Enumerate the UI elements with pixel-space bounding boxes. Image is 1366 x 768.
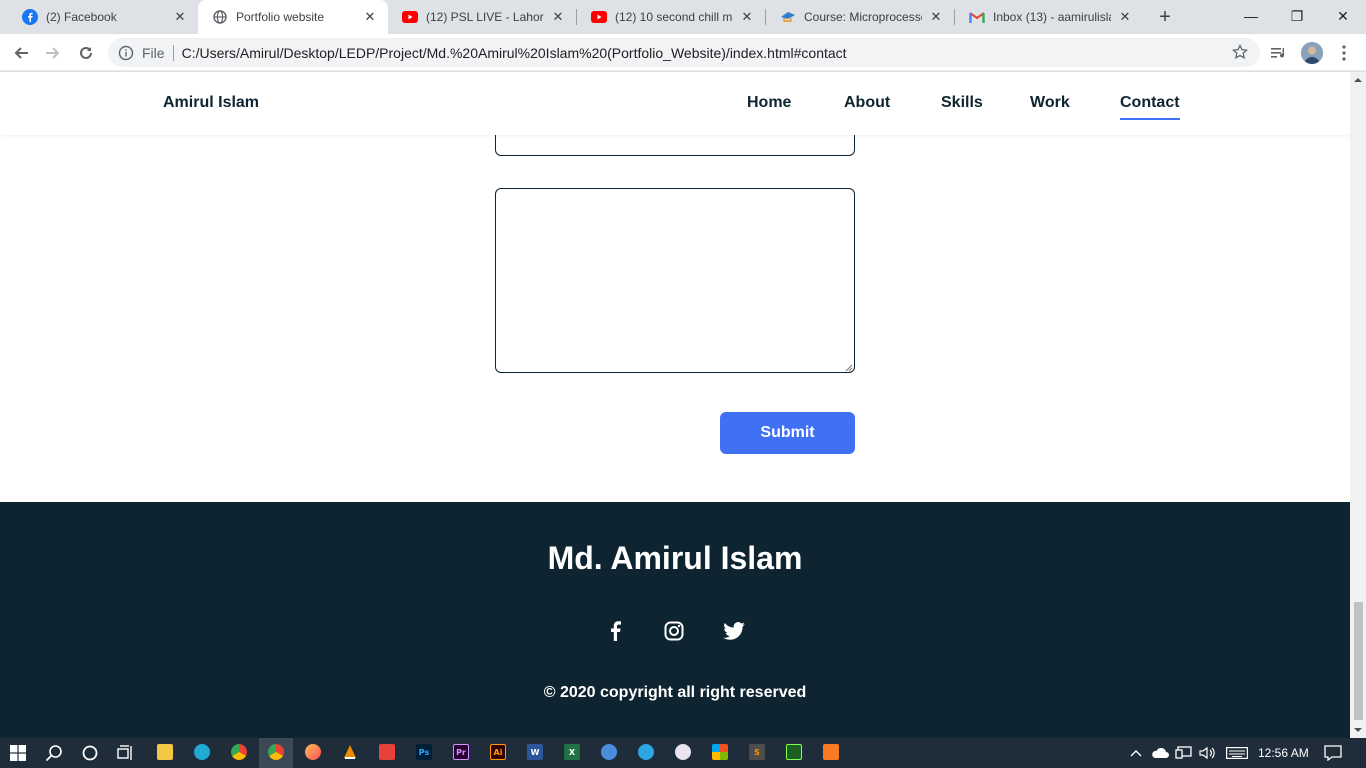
page-scrollbar[interactable] [1350,72,1366,738]
telegram-icon[interactable] [638,744,654,760]
gmail-icon [969,9,985,25]
tab-title: Inbox (13) - aamirulislam [993,10,1111,24]
word-icon[interactable]: W [527,744,543,760]
onedrive-cloud-icon[interactable] [1150,743,1170,763]
bookmark-star-icon[interactable] [1231,43,1249,60]
qbittorrent-icon[interactable] [601,744,617,760]
windows-taskbar: Ps Pr Ai W X S 12:56 AM [0,738,1366,768]
omnibox-divider [172,44,174,61]
nav-link-home[interactable]: Home [747,94,791,112]
premiere-icon[interactable]: Pr [453,744,469,760]
close-tab-icon[interactable]: ✕ [739,9,755,25]
media-control-icon[interactable] [1268,42,1290,64]
xampp-icon[interactable] [823,744,839,760]
scroll-down-icon[interactable] [1354,726,1362,734]
windows-store-icon[interactable] [712,744,728,760]
site-footer: Md. Amirul Islam © 2020 copyright all ri… [0,502,1350,738]
back-icon[interactable] [8,40,34,66]
scroll-up-icon[interactable] [1354,76,1362,84]
copyright-text: © 2020 copyright all right reserved [543,684,807,701]
nav-link-contact[interactable]: Contact [1120,94,1180,120]
close-tab-icon[interactable]: ✕ [362,9,378,25]
brain-app-icon[interactable] [675,744,691,760]
tray-chevron-up-icon[interactable] [1126,743,1146,763]
close-tab-icon[interactable]: ✕ [172,9,188,25]
tab-title: (2) Facebook [46,10,117,24]
url-text[interactable]: C:/Users/Amirul/Desktop/LEDP/Project/Md.… [182,45,847,61]
facebook-icon[interactable] [604,620,626,642]
browser-tab-strip: (2) Facebook ✕ Portfolio website ✕ (12) … [0,0,1366,34]
footer-title: Md. Amirul Islam [547,540,803,576]
windows-start-icon[interactable] [8,743,28,763]
site-header: Amirul Islam Home About Skills Work Cont… [0,72,1350,135]
forward-icon[interactable] [40,40,66,66]
sublime-text-icon[interactable]: S [749,744,765,760]
restore-button[interactable]: ❐ [1274,0,1320,32]
minimize-button[interactable]: — [1228,0,1274,32]
tab-chill-music[interactable]: (12) 10 second chill mu ✕ [577,0,765,34]
firefox-icon[interactable] [305,744,321,760]
tab-title: (12) 10 second chill mu [615,10,733,24]
url-scheme-label: File [142,44,165,61]
tab-title: (12) PSL LIVE - Lahore Q [426,10,544,24]
twitter-icon[interactable] [723,620,745,642]
youtube-icon [591,9,607,25]
notification-center-icon[interactable] [1323,743,1343,763]
clock-time[interactable]: 12:56 AM [1258,746,1309,760]
chip-app-icon[interactable] [786,744,802,760]
cortana-icon[interactable] [80,743,100,763]
nav-link-about[interactable]: About [844,94,890,112]
scroll-thumb[interactable] [1354,602,1363,720]
message-textarea[interactable] [495,188,855,373]
chrome-active-icon[interactable] [268,744,284,760]
tab-portfolio[interactable]: Portfolio website ✕ [198,0,388,34]
task-view-icon[interactable] [116,743,136,763]
tab-title: Portfolio website [236,10,325,24]
browser-toolbar: File C:/Users/Amirul/Desktop/LEDP/Projec… [0,34,1366,71]
address-bar[interactable]: File C:/Users/Amirul/Desktop/LEDP/Projec… [108,38,1260,67]
anydesk-icon[interactable] [379,744,395,760]
tab-title: Course: Microprocessor [804,10,922,24]
new-tab-button[interactable]: + [1153,5,1177,29]
close-tab-icon[interactable]: ✕ [550,9,566,25]
page-viewport: Submit Md. Amirul Islam © 2020 copyright… [0,72,1350,738]
close-tab-icon[interactable]: ✕ [1117,9,1133,25]
instagram-icon[interactable] [663,620,685,642]
facebook-icon [22,9,38,25]
close-tab-icon[interactable]: ✕ [928,9,944,25]
close-window-button[interactable]: ✕ [1320,0,1366,32]
keyboard-icon[interactable] [1225,743,1249,763]
nav-link-skills[interactable]: Skills [941,94,983,112]
volume-icon[interactable] [1198,743,1218,763]
site-logo[interactable]: Amirul Islam [163,94,259,112]
network-icon[interactable] [1174,743,1194,763]
globe-icon [212,9,228,25]
photoshop-icon[interactable]: Ps [416,744,432,760]
nav-link-work[interactable]: Work [1030,94,1070,112]
moodle-icon [780,9,796,25]
file-explorer-icon[interactable] [157,744,173,760]
youtube-icon [402,9,418,25]
info-icon[interactable] [118,45,134,61]
illustrator-icon[interactable]: Ai [490,744,506,760]
edge-icon[interactable] [194,744,210,760]
chrome-icon[interactable] [231,744,247,760]
tab-facebook[interactable]: (2) Facebook ✕ [8,0,198,34]
search-icon[interactable] [44,743,64,763]
reload-icon[interactable] [73,40,99,66]
tab-psl-live[interactable]: (12) PSL LIVE - Lahore Q ✕ [388,0,576,34]
tab-microprocessor-course[interactable]: Course: Microprocessor ✕ [766,0,954,34]
excel-icon[interactable]: X [564,744,580,760]
profile-avatar[interactable] [1301,42,1323,64]
resize-handle-icon[interactable] [843,362,853,372]
submit-button[interactable]: Submit [720,412,855,454]
tab-gmail-inbox[interactable]: Inbox (13) - aamirulislam ✕ [955,0,1143,34]
vlc-icon[interactable] [342,744,358,760]
menu-kebab-icon[interactable] [1333,42,1355,64]
